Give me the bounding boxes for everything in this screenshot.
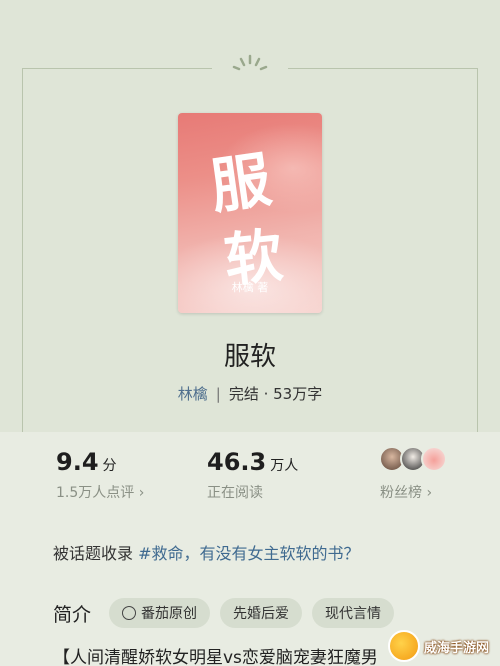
fan-avatars[interactable]: [379, 446, 449, 474]
intro-header: 简介 番茄原创 先婚后爱 现代言情: [53, 596, 404, 630]
chip-label: 现代言情: [325, 606, 382, 622]
chip-label: 番茄原创: [141, 606, 198, 622]
topic-row[interactable]: 被话题收录 #救命，有没有女主软软的书？: [53, 540, 360, 564]
book-meta: 林檎 | 完结 · 53万字: [0, 383, 500, 404]
book-cover[interactable]: 服 软 林檎 著: [178, 113, 322, 313]
author-link[interactable]: 林檎: [178, 385, 208, 403]
chip-label: 先婚后爱: [233, 606, 290, 622]
reading-unit: 万人: [270, 458, 299, 474]
topic-tag[interactable]: #救命，有没有女主软软的书？: [138, 544, 359, 563]
avatar: [421, 446, 447, 472]
reading-stat: 46.3 万人 正在阅读: [207, 448, 298, 502]
cover-author: 林檎 著: [231, 281, 269, 294]
reading-label: 正在阅读: [207, 485, 263, 501]
rating-count: 1.5万人点评 ›: [56, 485, 145, 501]
rating-value: 9.4: [56, 448, 99, 476]
rating-unit: 分: [102, 458, 117, 474]
intro-text: 【人间清醒娇软女明星vs恋爱脑宠妻狂魔男: [53, 648, 378, 666]
book-title: 服软: [223, 342, 276, 372]
watermark: 威海手游网: [388, 628, 498, 664]
watermark-text: 威海手游网: [424, 640, 490, 656]
fans-ranking-link[interactable]: 粉丝榜 ›: [380, 482, 432, 502]
meta-separator: |: [215, 385, 221, 403]
book-status: 完结 · 53万字: [228, 385, 323, 403]
reading-value: 46.3: [207, 448, 267, 476]
watermark-logo-icon: [388, 630, 420, 662]
tag-chip[interactable]: 先婚后爱: [220, 598, 303, 628]
rating-stat[interactable]: 9.4 分 1.5万人点评 ›: [56, 448, 144, 502]
smile-icon: [122, 606, 137, 620]
tag-chip[interactable]: 番茄原创: [109, 598, 211, 628]
intro-title: 简介: [53, 603, 92, 626]
topic-prefix: 被话题收录: [53, 544, 139, 563]
tag-chip[interactable]: 现代言情: [312, 598, 395, 628]
sparkle-icon: [232, 54, 268, 71]
